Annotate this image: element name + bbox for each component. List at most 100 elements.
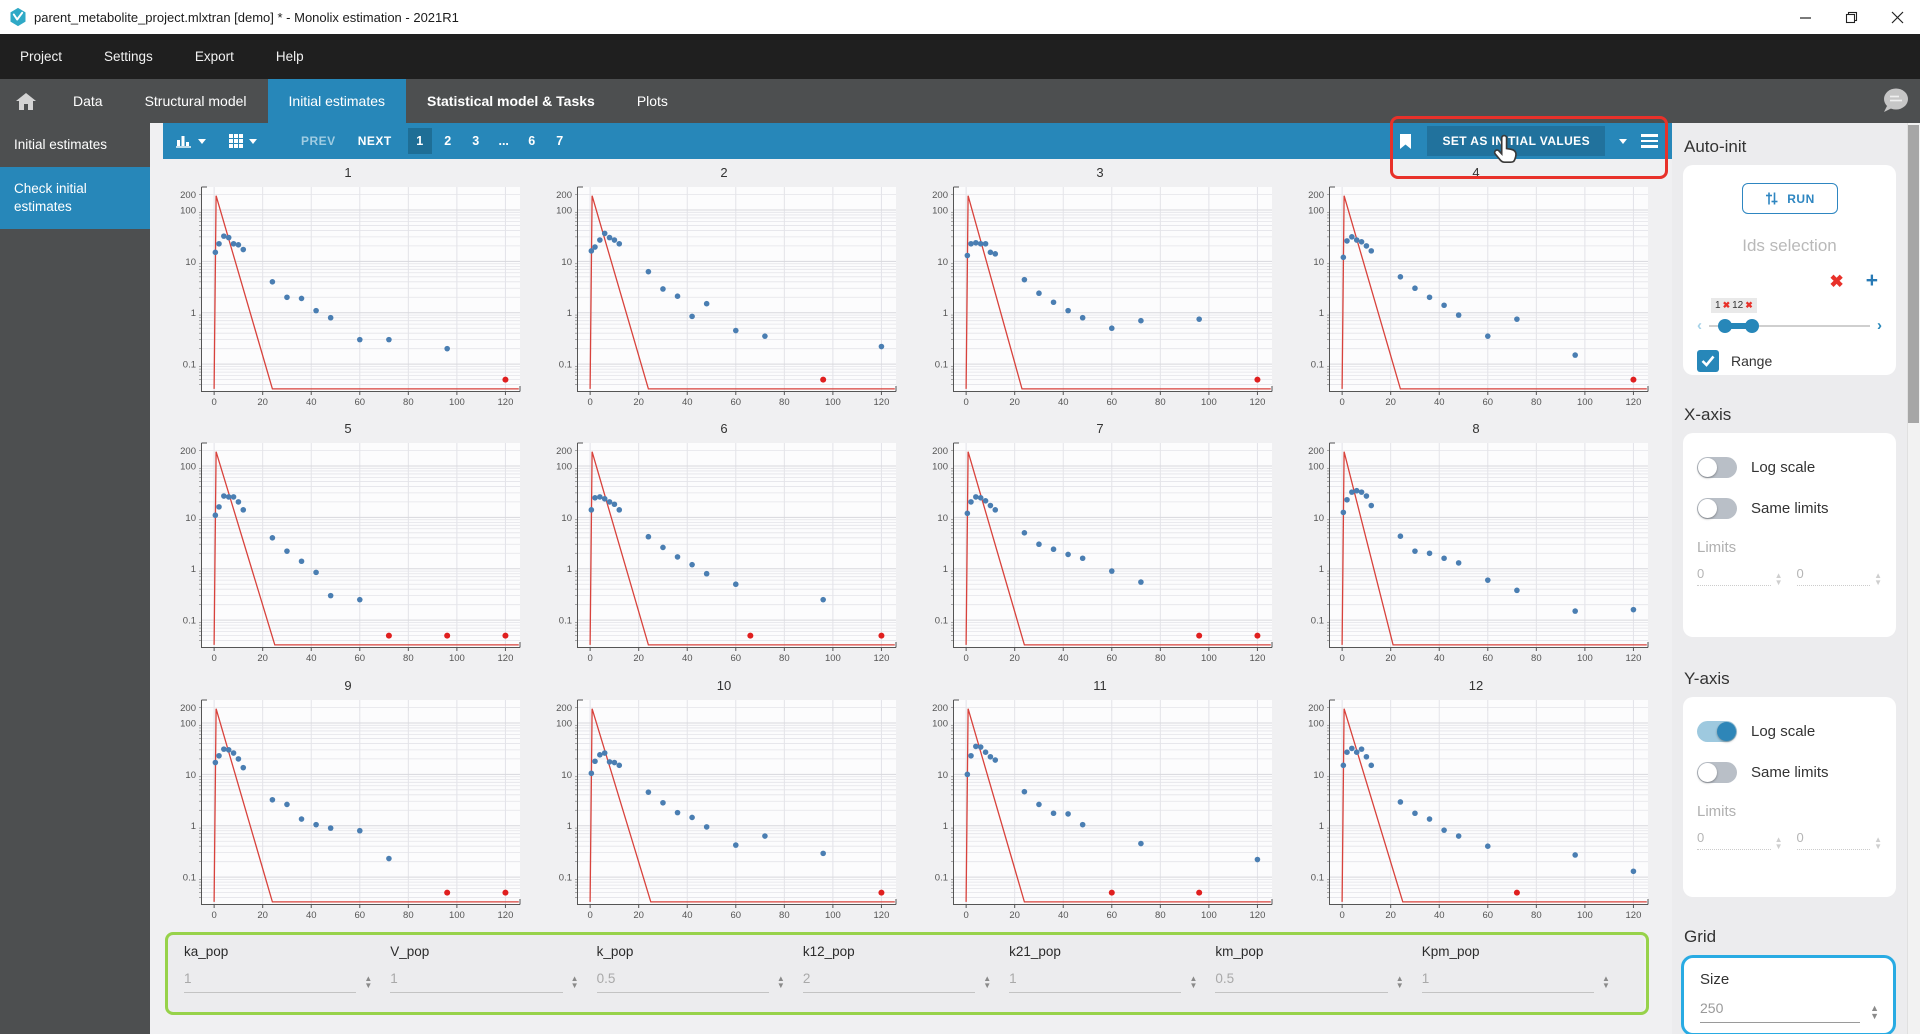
param-value-input[interactable]: 1 [184, 971, 357, 993]
plot-cell-8[interactable]: 8 200 100 10 1 0.1 0 20 40 60 80 100 120 [1288, 417, 1664, 673]
slider-handle-min[interactable] [1718, 318, 1733, 333]
id-range-chips: 1 ✖ 12 ✖ [1711, 298, 1757, 313]
plot-cell-6[interactable]: 6 200 100 10 1 0.1 0 20 40 60 80 100 120 [536, 417, 912, 673]
menu-item-help[interactable]: Help [276, 49, 304, 64]
restore-button[interactable] [1828, 0, 1874, 34]
size-input[interactable]: 250 [1700, 1000, 1861, 1023]
home-button[interactable] [0, 79, 52, 123]
plot-cell-7[interactable]: 7 200 100 10 1 0.1 0 20 40 60 80 100 120 [912, 417, 1288, 673]
close-button[interactable] [1874, 0, 1920, 34]
grid-layout-button[interactable] [228, 133, 257, 149]
plot-cell-4[interactable]: 4 200 100 10 1 0.1 0 20 40 60 80 100 120 [1288, 161, 1664, 417]
page-button-7[interactable]: 7 [548, 128, 572, 154]
tab-plots[interactable]: Plots [616, 79, 689, 123]
menu-item-export[interactable]: Export [195, 49, 234, 64]
range-checkbox[interactable] [1697, 350, 1719, 372]
scrollbar-thumb[interactable] [1908, 125, 1919, 423]
tab-initial-estimates[interactable]: Initial estimates [267, 79, 406, 123]
param-value-input[interactable]: 0.5 [1215, 971, 1388, 993]
plot-cell-12[interactable]: 12 200 100 10 1 0.1 0 20 40 60 80 100 120 [1288, 674, 1664, 930]
prev-page-button[interactable]: PREV [301, 134, 336, 148]
slider-right-arrow[interactable]: › [1877, 317, 1882, 334]
param-spinner[interactable]: ▲ ▼ [364, 975, 372, 990]
chart-type-button[interactable] [175, 133, 206, 149]
observation-dot [1340, 762, 1347, 768]
plot-cell-1[interactable]: 1 200 100 10 1 0.1 0 20 40 60 80 100 120 [160, 161, 536, 417]
plot-cell-3[interactable]: 3 200 100 10 1 0.1 0 20 40 60 80 100 120 [912, 161, 1288, 417]
yaxis-max-spinner[interactable]: ▲ ▼ [1874, 836, 1882, 851]
bookmark-icon[interactable] [1398, 133, 1413, 150]
sidebar-item-initial-estimates[interactable]: Initial estimates [0, 123, 150, 167]
plot-cell-9[interactable]: 9 200 100 10 1 0.1 0 20 40 60 80 100 120 [160, 674, 536, 930]
plot-cell-2[interactable]: 2 200 100 10 1 0.1 0 20 40 60 80 100 120 [536, 161, 912, 417]
param-value-input[interactable]: 1 [1421, 971, 1595, 993]
panel-scrollbar[interactable] [1907, 123, 1920, 1034]
observation-dot [1572, 851, 1578, 858]
observation-dot [1426, 294, 1433, 301]
page-button-1[interactable]: 1 [407, 128, 432, 154]
run-button[interactable]: RUN [1741, 183, 1838, 214]
yaxis-limit-min-input[interactable]: 0 [1697, 830, 1771, 850]
menu-icon[interactable] [1641, 134, 1658, 148]
param-value-input[interactable]: 2 [802, 971, 976, 993]
plot-cell-5[interactable]: 5 200 100 10 1 0.1 0 20 40 60 80 100 120 [160, 417, 536, 673]
yaxis-same-limits-toggle[interactable] [1697, 762, 1737, 783]
param-spinner[interactable]: ▲ ▼ [1396, 975, 1404, 990]
remove-chip-icon[interactable]: ✖ [1745, 300, 1753, 311]
xaxis-log-scale-toggle[interactable] [1697, 457, 1737, 478]
sidebar-item-check-initial-estimates[interactable]: Check initial estimates [0, 167, 150, 229]
param-spinner[interactable]: ▲ ▼ [1602, 975, 1610, 990]
xaxis-limit-max-input[interactable]: 0 [1796, 566, 1871, 586]
param-spinner[interactable]: ▲ ▼ [571, 975, 579, 990]
page-button-2[interactable]: 2 [436, 128, 460, 154]
slider-handle-max[interactable] [1745, 318, 1760, 333]
page-button-3[interactable]: 3 [464, 128, 488, 154]
menu-item-settings[interactable]: Settings [104, 49, 153, 64]
size-spinner[interactable]: ▲ ▼ [1870, 1003, 1879, 1020]
observation-dot [674, 293, 681, 299]
set-as-initial-values-button[interactable]: SET AS INITIAL VALUES [1427, 126, 1605, 156]
svg-text:80: 80 [779, 397, 790, 408]
param-spinner[interactable]: ▲ ▼ [983, 975, 991, 990]
xaxis-min-spinner[interactable]: ▲ ▼ [1775, 572, 1783, 587]
xaxis-limit-min-input[interactable]: 0 [1697, 566, 1771, 586]
param-spinner[interactable]: ▲ ▼ [1189, 975, 1197, 990]
observation-dot [611, 759, 618, 765]
plot-cell-10[interactable]: 10 200 100 10 1 0.1 0 20 40 60 80 100 120 [536, 674, 912, 930]
censored-dot [1630, 376, 1637, 383]
tab-structural-model[interactable]: Structural model [124, 79, 268, 123]
yaxis-limit-max-input[interactable]: 0 [1796, 830, 1871, 850]
xaxis-same-limits-toggle[interactable] [1697, 498, 1737, 519]
slider-track[interactable] [1709, 318, 1870, 333]
observation-dot [660, 544, 666, 551]
remove-chip-icon[interactable]: ✖ [1723, 300, 1731, 311]
minimize-button[interactable] [1782, 0, 1828, 34]
next-page-button[interactable]: NEXT [358, 134, 392, 148]
plot-cell-11[interactable]: 11 200 100 10 1 0.1 0 20 40 60 80 100 120 [912, 674, 1288, 930]
param-value-input[interactable]: 0.5 [596, 971, 769, 993]
chat-bubble-icon[interactable] [1880, 79, 1920, 123]
yaxis-min-spinner[interactable]: ▲ ▼ [1775, 836, 1783, 851]
svg-text:0.1: 0.1 [1311, 616, 1324, 627]
tab-statistical-model-tasks[interactable]: Statistical model & Tasks [406, 79, 616, 123]
slider-left-arrow[interactable]: ‹ [1697, 317, 1702, 334]
run-button-label: RUN [1787, 191, 1815, 206]
param-value-input[interactable]: 1 [1009, 971, 1182, 993]
svg-text:100: 100 [1201, 653, 1217, 664]
menu-item-project[interactable]: Project [20, 49, 62, 64]
svg-text:10: 10 [561, 513, 572, 524]
tab-data[interactable]: Data [52, 79, 124, 123]
param-value-input[interactable]: 1 [390, 971, 563, 993]
set-values-dropdown-button[interactable] [1619, 138, 1627, 144]
param-spinner[interactable]: ▲ ▼ [777, 975, 785, 990]
xaxis-max-spinner[interactable]: ▲ ▼ [1874, 572, 1882, 587]
yaxis-log-scale-toggle[interactable] [1697, 721, 1737, 742]
add-ids-icon[interactable]: + [1866, 270, 1878, 292]
clear-ids-icon[interactable]: ✖ [1829, 272, 1843, 292]
page-button-6[interactable]: 6 [520, 128, 544, 154]
observation-dot [689, 814, 695, 820]
svg-text:200: 200 [180, 446, 196, 457]
svg-text:80: 80 [403, 910, 414, 921]
observation-dot [212, 249, 219, 256]
observation-dot [964, 252, 971, 259]
